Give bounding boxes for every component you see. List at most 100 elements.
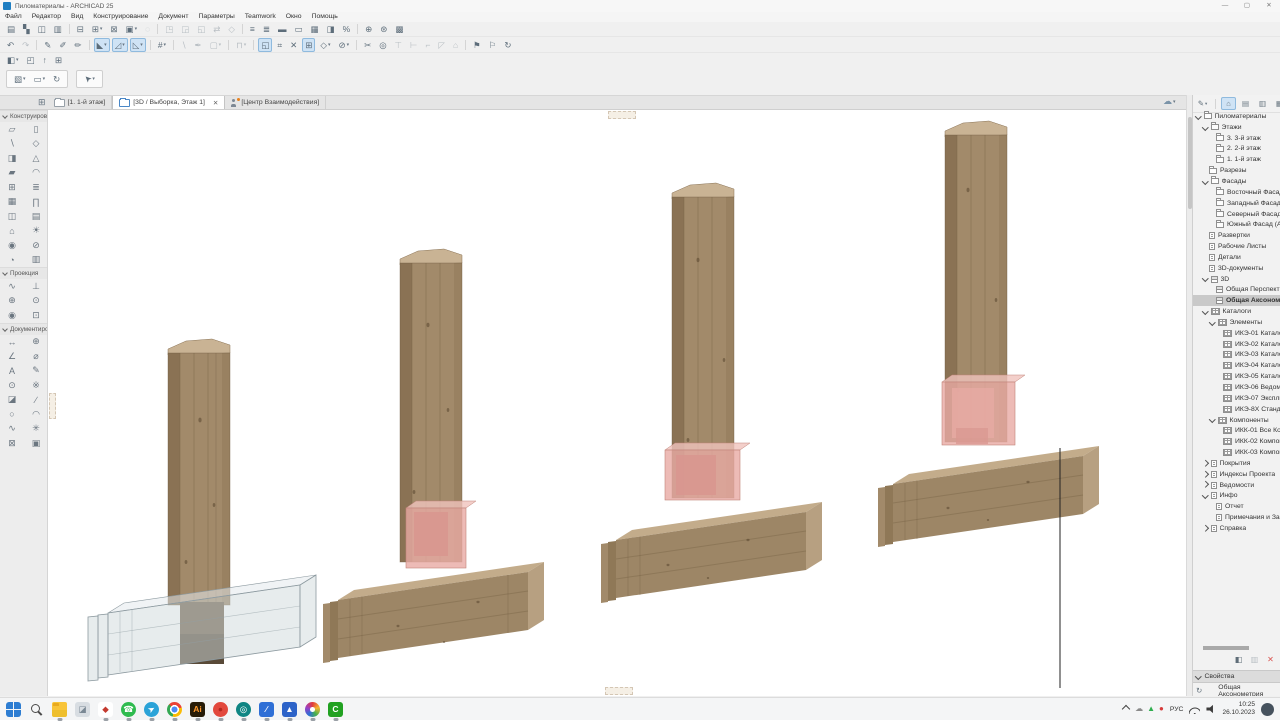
delete-view-button[interactable]: ✕ (1264, 653, 1277, 665)
eyedropper-icon[interactable]: ✏ (72, 38, 85, 52)
angle-dimension-tool[interactable]: ∠ (0, 349, 24, 364)
menu-документ[interactable]: Документ (153, 12, 193, 22)
3d-viewport[interactable] (48, 110, 1186, 696)
level-dimension-tool[interactable]: ⊕ (24, 335, 47, 350)
chevron-down-icon[interactable]: ▾ (140, 42, 143, 48)
save-view-button[interactable]: ◧ (1232, 653, 1245, 665)
toolbox-section-header[interactable]: Документирование (0, 322, 47, 335)
nav-item[interactable]: ИКЭ-04 Каталог Окон (1193, 360, 1280, 371)
menu-окно[interactable]: Окно (281, 12, 307, 22)
misc-tool[interactable]: ▥ (24, 253, 47, 268)
snap-points-icon[interactable]: ✒ (191, 38, 204, 52)
chevron-down-icon[interactable]: ▾ (1205, 101, 1207, 107)
hotspot-tool[interactable]: ⊙ (0, 378, 24, 393)
worksheet-tool[interactable]: ⊡ (24, 308, 47, 323)
layout-book-button[interactable]: ▥ (1255, 97, 1270, 110)
stretch-icon[interactable]: ✂ (361, 38, 374, 52)
element-settings-icon[interactable]: ▚ (20, 22, 33, 36)
hatch-override-icon[interactable]: ▩ (392, 22, 406, 36)
bring-forward-icon[interactable]: ≡ (247, 22, 258, 36)
nav-item[interactable]: Северный Фасад (Автома (1193, 209, 1280, 220)
chevron-open-icon[interactable] (1202, 123, 1209, 130)
multiply-icon[interactable]: ▦ (308, 22, 322, 36)
truss-tool[interactable]: ◔ (0, 253, 24, 268)
beam-tool[interactable]: ∖ (0, 137, 24, 152)
tab-1[interactable]: [1. 1-й этаж] (48, 96, 113, 109)
nav-item[interactable]: ИКК-03 Компоненты п (1193, 447, 1280, 458)
chevron-down-icon[interactable]: ▾ (347, 42, 350, 48)
arc-tool[interactable]: ◠ (24, 407, 47, 422)
app-teal-circle-icon[interactable]: ◎ (232, 698, 255, 721)
nav-item[interactable]: ИКЭ-05 Каталог Объем (1193, 371, 1280, 382)
menu-вид[interactable]: Вид (66, 12, 88, 22)
nav-item[interactable]: 3D (1193, 274, 1280, 285)
app-blue-icon[interactable]: ∕ (255, 698, 278, 721)
palette-app-icon[interactable] (301, 698, 324, 721)
clock[interactable]: 10:25 26.10.2023 (1222, 701, 1255, 717)
redo-icon[interactable]: ↷ (19, 38, 32, 52)
chevron-down-icon[interactable]: ▾ (104, 42, 107, 48)
spline-tool[interactable]: ∿ (0, 422, 24, 437)
lock-elements-icon[interactable]: ◱ (194, 22, 208, 36)
language-indicator[interactable]: РУС (1170, 706, 1184, 713)
trim-icon[interactable]: ◱ (258, 37, 273, 52)
explode-icon[interactable]: ◇ (225, 22, 238, 36)
align-icon[interactable]: ▬ (275, 22, 290, 36)
window-tool[interactable]: ◇ (24, 137, 47, 152)
guide-lines-icon[interactable]: ∖ (178, 38, 189, 52)
wifi-icon[interactable] (1189, 705, 1200, 714)
copy-icon[interactable]: ⊟ (74, 22, 87, 36)
tab-2[interactable]: [3D / Выборка, Этаж 1] ✕ (112, 96, 226, 109)
edit-d-icon[interactable]: ◸ (435, 38, 448, 52)
menu-редактор[interactable]: Редактор (27, 12, 66, 22)
object-tool[interactable]: ⌂ (0, 224, 24, 239)
nav-item[interactable]: ИКК-01 Все Компонент (1193, 425, 1280, 436)
view-map-button[interactable]: ▤ (1238, 97, 1253, 110)
inject-parameters-icon[interactable]: ✐ (56, 38, 69, 52)
editing-plane-icon[interactable]: ◿ ▾ (111, 37, 128, 52)
project-map-button[interactable]: ⌂ (1221, 97, 1236, 110)
paste-icon[interactable]: ⊞ ▾ (89, 22, 106, 36)
slab-tool[interactable]: ▰ (0, 166, 24, 181)
nav-item[interactable]: Ведомости (1193, 480, 1280, 491)
nav-item[interactable]: ИКЭ-02 Каталог Всех П (1193, 339, 1280, 350)
illustrator-icon[interactable]: Ai (186, 698, 209, 721)
publisher-button[interactable]: ▦ (1272, 97, 1280, 110)
chevron-down-icon[interactable]: ▾ (328, 42, 331, 48)
properties-section-header[interactable]: Свойства (1193, 670, 1280, 683)
chevron-down-icon[interactable]: ▾ (100, 26, 103, 32)
camera-tool[interactable]: ⊙ (24, 294, 47, 309)
app-green-c-icon[interactable]: C (324, 698, 347, 721)
dimension-tool[interactable]: ↔ (0, 335, 24, 350)
nav-item[interactable]: ИКЭ-01 Каталог Стен (1193, 328, 1280, 339)
gravity-icon[interactable]: ◣ ▾ (93, 37, 110, 52)
home-story-icon[interactable]: ⌂ (450, 38, 461, 52)
nav-item[interactable]: ИКЭ-03 Каталог Дверей (1193, 350, 1280, 361)
zone-tool[interactable]: ◫ (0, 209, 24, 224)
roof-tool[interactable]: ⊞ (0, 180, 24, 195)
chevron-open-icon[interactable] (1202, 177, 1209, 185)
swap-icon[interactable]: ⇄ (210, 22, 223, 36)
chevron-open-icon[interactable] (1202, 492, 1209, 499)
move-up-level-icon[interactable]: ↑ (40, 53, 50, 67)
teamwork-status-button[interactable]: ☁ ▾ (1163, 96, 1176, 107)
photos-app-icon[interactable]: ◪ (71, 698, 94, 721)
marquee-options-icon[interactable]: ▢ ▾ (207, 38, 225, 52)
elevation-tool[interactable]: ⊥ (24, 279, 47, 294)
close-icon[interactable]: ✕ (213, 99, 218, 107)
library-manager-icon[interactable]: ◫ (35, 22, 49, 36)
nav-item[interactable]: Каталоги (1193, 306, 1280, 317)
attributes-icon[interactable]: ▥ (51, 22, 65, 36)
door-tool[interactable]: ▯ (24, 122, 47, 137)
chevron-closed-icon[interactable] (1202, 524, 1209, 532)
user-origin-icon[interactable]: ▧ ▾ (11, 72, 29, 86)
section-tool[interactable]: ∿ (0, 279, 24, 294)
chevron-down-icon[interactable]: ▾ (43, 76, 46, 82)
nav-item[interactable]: Западный Фасад (Автома (1193, 198, 1280, 209)
flag-end-icon[interactable]: ⚐ (486, 38, 500, 52)
ungroup-icon[interactable]: ◲ (178, 22, 192, 36)
send-backward-icon[interactable]: ≣ (260, 22, 273, 36)
nav-item[interactable]: 2. 2-й этаж (1193, 143, 1280, 155)
menu-teamwork[interactable]: Teamwork (240, 12, 281, 22)
nav-item[interactable]: Справка (1193, 523, 1280, 534)
